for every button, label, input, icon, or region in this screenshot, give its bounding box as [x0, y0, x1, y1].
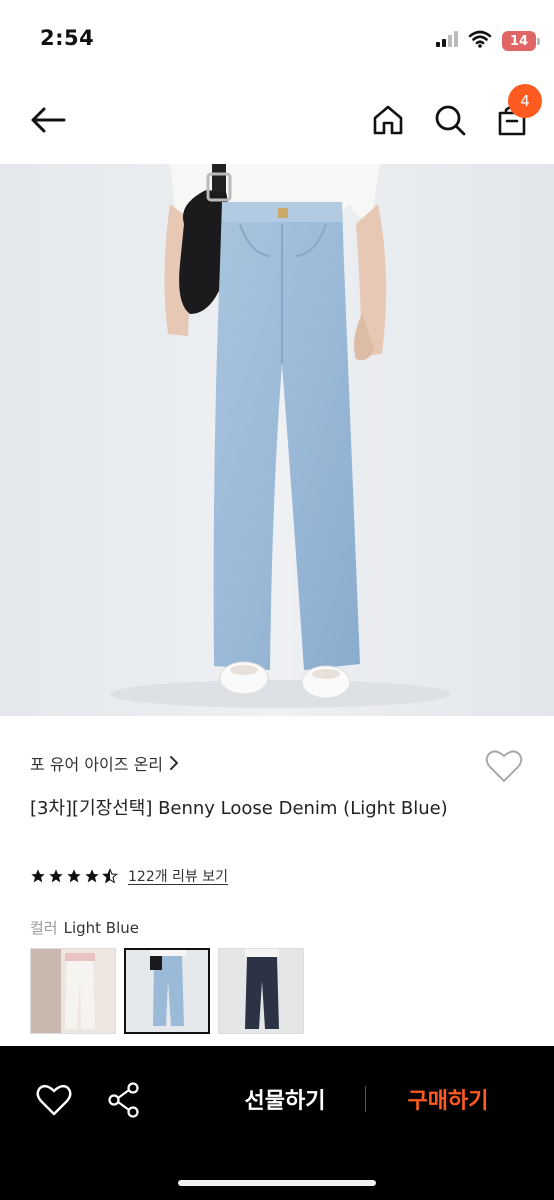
- swatch-dark-navy-denim[interactable]: [218, 948, 304, 1034]
- swatch-image: [219, 949, 303, 1033]
- product-main-image[interactable]: [0, 164, 554, 716]
- swatch-image: [126, 950, 208, 1032]
- color-value: Light Blue: [63, 919, 140, 937]
- home-icon: [373, 105, 403, 135]
- star-icon: [67, 869, 81, 883]
- status-bar: 2:54 14: [0, 0, 554, 80]
- star-icon: [85, 869, 99, 883]
- star-icon: [31, 869, 45, 883]
- search-button[interactable]: [428, 98, 472, 142]
- half-star-icon: [102, 868, 118, 884]
- product-title: [3차][기장선택] Benny Loose Denim (Light Blue…: [30, 798, 448, 819]
- color-label: 컬러: [30, 919, 58, 937]
- button-divider: [365, 1086, 366, 1112]
- bottom-action-bar: 선물하기 구매하기: [0, 1046, 554, 1200]
- cart-count: 4: [520, 92, 530, 110]
- heart-outline-icon: [485, 750, 523, 783]
- chevron-right-icon: [170, 756, 179, 770]
- swatch-white-denim[interactable]: [30, 948, 116, 1034]
- wifi-icon: [468, 30, 492, 52]
- battery-icon: 14: [502, 31, 540, 51]
- battery-level: 14: [509, 33, 529, 49]
- brand-name: 포 유어 아이즈 온리: [30, 755, 164, 774]
- wishlist-button[interactable]: [484, 746, 524, 786]
- gift-button[interactable]: 선물하기: [230, 1076, 340, 1122]
- bottom-wishlist-button[interactable]: [32, 1078, 76, 1122]
- swatch-light-blue-denim[interactable]: [124, 948, 210, 1034]
- search-icon: [435, 105, 466, 136]
- color-selector-label: 컬러 Light Blue: [30, 917, 139, 938]
- signal-icon: [436, 31, 458, 51]
- status-time: 2:54: [40, 26, 95, 50]
- share-button[interactable]: [102, 1078, 146, 1122]
- share-icon: [108, 1082, 139, 1118]
- brand-link[interactable]: 포 유어 아이즈 온리: [30, 751, 179, 775]
- product-photo: [0, 164, 554, 716]
- star-rating: [30, 868, 118, 884]
- rating-row: 122개 리뷰 보기: [30, 866, 228, 886]
- home-indicator: [178, 1180, 376, 1186]
- color-swatches: [30, 948, 304, 1034]
- review-link[interactable]: 122개 리뷰 보기: [128, 866, 228, 886]
- back-arrow-icon: [31, 107, 66, 133]
- cart-count-badge: 4: [508, 84, 542, 118]
- back-button[interactable]: [24, 98, 72, 142]
- buy-button[interactable]: 구매하기: [392, 1076, 504, 1122]
- heart-icon: [36, 1084, 72, 1116]
- home-button[interactable]: [366, 98, 410, 142]
- star-icon: [49, 869, 63, 883]
- status-icons: 14: [436, 30, 540, 52]
- nav-header: [0, 80, 554, 164]
- swatch-image: [31, 949, 115, 1033]
